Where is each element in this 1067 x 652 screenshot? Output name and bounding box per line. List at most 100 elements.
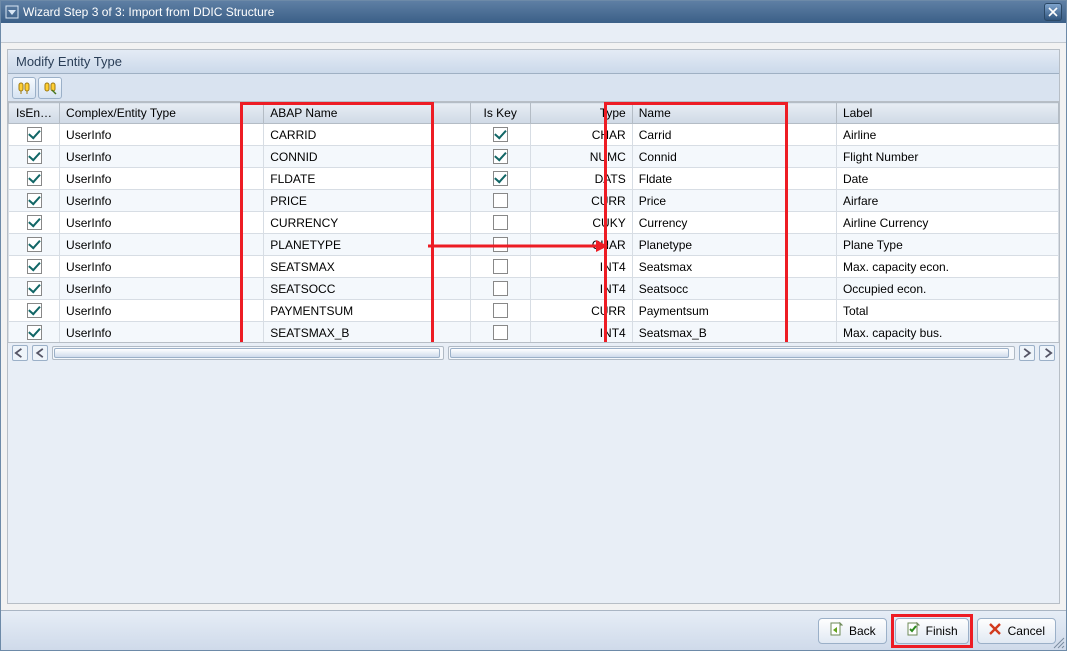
- cell-isen[interactable]: [9, 256, 60, 278]
- cell-iskey[interactable]: [470, 190, 530, 212]
- isen-checkbox[interactable]: [27, 193, 42, 208]
- cell-type[interactable]: CURR: [530, 190, 632, 212]
- cell-isen[interactable]: [9, 234, 60, 256]
- cell-abap-name[interactable]: SEATSOCC: [264, 278, 470, 300]
- iskey-checkbox[interactable]: [493, 281, 508, 296]
- cell-isen[interactable]: [9, 168, 60, 190]
- cell-abap-name[interactable]: PLANETYPE: [264, 234, 470, 256]
- cell-iskey[interactable]: [470, 322, 530, 342]
- scroll-left-button[interactable]: [32, 345, 48, 361]
- cell-abap-name[interactable]: PRICE: [264, 190, 470, 212]
- cell-label[interactable]: Plane Type: [836, 234, 1058, 256]
- isen-checkbox[interactable]: [27, 171, 42, 186]
- table-row[interactable]: UserInfoCURRENCYCUKYCurrencyAirline Curr…: [9, 212, 1059, 234]
- cell-type[interactable]: DATS: [530, 168, 632, 190]
- cell-isen[interactable]: [9, 322, 60, 342]
- cell-complex-entity[interactable]: UserInfo: [60, 190, 264, 212]
- table-row[interactable]: UserInfoCARRIDCHARCarridAirline: [9, 124, 1059, 146]
- cell-name[interactable]: Connid: [632, 146, 836, 168]
- cell-label[interactable]: Total: [836, 300, 1058, 322]
- cell-isen[interactable]: [9, 300, 60, 322]
- cell-label[interactable]: Flight Number: [836, 146, 1058, 168]
- cell-complex-entity[interactable]: UserInfo: [60, 300, 264, 322]
- cell-label[interactable]: Airline: [836, 124, 1058, 146]
- iskey-checkbox[interactable]: [493, 215, 508, 230]
- cell-name[interactable]: Paymentsum: [632, 300, 836, 322]
- cell-iskey[interactable]: [470, 278, 530, 300]
- cell-abap-name[interactable]: CONNID: [264, 146, 470, 168]
- find-next-button[interactable]: [38, 77, 62, 99]
- cell-complex-entity[interactable]: UserInfo: [60, 124, 264, 146]
- col-header-name[interactable]: Name: [632, 103, 836, 124]
- cell-label[interactable]: Occupied econ.: [836, 278, 1058, 300]
- cell-type[interactable]: CHAR: [530, 234, 632, 256]
- cell-iskey[interactable]: [470, 234, 530, 256]
- resize-handle[interactable]: [1051, 635, 1065, 649]
- cell-isen[interactable]: [9, 212, 60, 234]
- scroll-right-button[interactable]: [1019, 345, 1035, 361]
- col-header-iskey[interactable]: Is Key: [470, 103, 530, 124]
- isen-checkbox[interactable]: [27, 215, 42, 230]
- back-button[interactable]: Back: [818, 618, 887, 644]
- table-row[interactable]: UserInfoPLANETYPECHARPlanetypePlane Type: [9, 234, 1059, 256]
- col-header-abap-name[interactable]: ABAP Name: [264, 103, 470, 124]
- cell-name[interactable]: Price: [632, 190, 836, 212]
- iskey-checkbox[interactable]: [493, 303, 508, 318]
- cell-label[interactable]: Date: [836, 168, 1058, 190]
- cell-complex-entity[interactable]: UserInfo: [60, 146, 264, 168]
- cell-complex-entity[interactable]: UserInfo: [60, 322, 264, 342]
- cell-iskey[interactable]: [470, 124, 530, 146]
- iskey-checkbox[interactable]: [493, 259, 508, 274]
- window-menu-icon[interactable]: [5, 5, 19, 19]
- cell-isen[interactable]: [9, 124, 60, 146]
- cell-type[interactable]: INT4: [530, 322, 632, 342]
- cell-abap-name[interactable]: PAYMENTSUM: [264, 300, 470, 322]
- isen-checkbox[interactable]: [27, 325, 42, 340]
- col-header-type[interactable]: Type: [530, 103, 632, 124]
- cell-name[interactable]: Seatsmax_B: [632, 322, 836, 342]
- cell-name[interactable]: Carrid: [632, 124, 836, 146]
- cell-complex-entity[interactable]: UserInfo: [60, 168, 264, 190]
- table-row[interactable]: UserInfoSEATSOCCINT4SeatsoccOccupied eco…: [9, 278, 1059, 300]
- cell-iskey[interactable]: [470, 146, 530, 168]
- cell-iskey[interactable]: [470, 212, 530, 234]
- cell-isen[interactable]: [9, 146, 60, 168]
- hscroll-thumb-left[interactable]: [54, 348, 440, 358]
- isen-checkbox[interactable]: [27, 237, 42, 252]
- cell-isen[interactable]: [9, 278, 60, 300]
- find-button[interactable]: [12, 77, 36, 99]
- close-button[interactable]: [1044, 3, 1062, 21]
- entity-grid[interactable]: IsEn… Complex/Entity Type ABAP Name Is K…: [8, 102, 1059, 342]
- cell-isen[interactable]: [9, 190, 60, 212]
- scroll-right-far-button[interactable]: [1039, 345, 1055, 361]
- isen-checkbox[interactable]: [27, 281, 42, 296]
- iskey-checkbox[interactable]: [493, 149, 508, 164]
- cell-complex-entity[interactable]: UserInfo: [60, 234, 264, 256]
- cell-type[interactable]: INT4: [530, 256, 632, 278]
- cell-iskey[interactable]: [470, 256, 530, 278]
- col-header-complex-entity[interactable]: Complex/Entity Type: [60, 103, 264, 124]
- cell-name[interactable]: Fldate: [632, 168, 836, 190]
- isen-checkbox[interactable]: [27, 149, 42, 164]
- hscroll-track-right[interactable]: [448, 346, 1015, 360]
- table-row[interactable]: UserInfoSEATSMAX INT4SeatsmaxMax. capacit…: [9, 256, 1059, 278]
- iskey-checkbox[interactable]: [493, 171, 508, 186]
- table-row[interactable]: UserInfoCONNIDNUMCConnidFlight Number: [9, 146, 1059, 168]
- cell-abap-name[interactable]: FLDATE: [264, 168, 470, 190]
- isen-checkbox[interactable]: [27, 303, 42, 318]
- cell-complex-entity[interactable]: UserInfo: [60, 256, 264, 278]
- cell-abap-name[interactable]: SEATSMAX_B: [264, 322, 470, 342]
- cell-label[interactable]: Max. capacity econ.: [836, 256, 1058, 278]
- cell-iskey[interactable]: [470, 168, 530, 190]
- cell-abap-name[interactable]: SEATSMAX: [264, 256, 470, 278]
- hscroll-track-left[interactable]: [52, 346, 444, 360]
- iskey-checkbox[interactable]: [493, 127, 508, 142]
- col-header-label[interactable]: Label: [836, 103, 1058, 124]
- iskey-checkbox[interactable]: [493, 325, 508, 340]
- cell-complex-entity[interactable]: UserInfo: [60, 212, 264, 234]
- cell-name[interactable]: Seatsmax: [632, 256, 836, 278]
- cell-label[interactable]: Airfare: [836, 190, 1058, 212]
- table-row[interactable]: UserInfoSEATSMAX_BINT4Seatsmax_BMax. cap…: [9, 322, 1059, 342]
- hscroll-thumb-right[interactable]: [450, 348, 1009, 358]
- cell-name[interactable]: Currency: [632, 212, 836, 234]
